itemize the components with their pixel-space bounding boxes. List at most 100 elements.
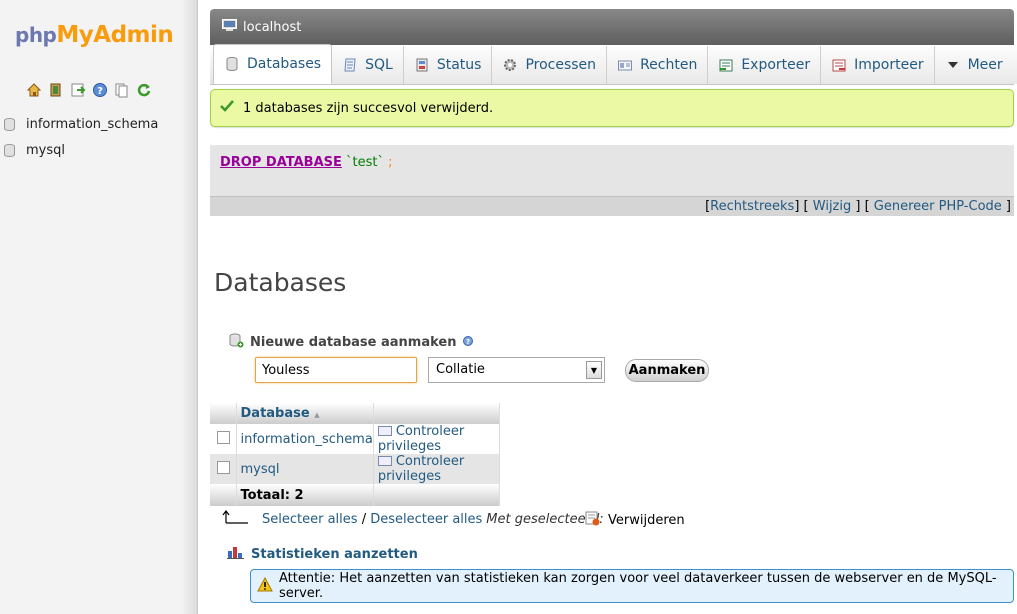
help-icon[interactable]: ?	[92, 82, 108, 98]
deselect-all-link[interactable]: Deselecteer alles	[370, 512, 482, 527]
row-checkbox[interactable]	[217, 430, 230, 444]
bar-chart-icon	[227, 545, 244, 563]
row-checkbox[interactable]	[217, 460, 230, 474]
tab-sql[interactable]: SQL	[332, 46, 404, 84]
rights-icon	[617, 57, 633, 73]
delete-icon	[584, 510, 600, 530]
exit-icon[interactable]	[48, 82, 64, 98]
arrow-left-turn-icon	[222, 509, 248, 529]
direct-link[interactable]: Rechtstreeks	[710, 199, 794, 214]
sql-links: [Rechtstreeks] [ Wijzig ] [ Genereer PHP…	[210, 196, 1014, 216]
tab-rechten[interactable]: Rechten	[607, 46, 709, 84]
check-privileges-link[interactable]: Controleer privileges	[373, 454, 501, 484]
privileges-icon	[377, 426, 392, 436]
enable-statistics-link[interactable]: Statistieken aanzetten	[227, 545, 418, 563]
logo-php: php	[15, 23, 57, 47]
tab-label: Meer	[967, 57, 1003, 73]
action-column-header	[373, 403, 501, 424]
checkmark-icon	[219, 98, 235, 118]
status-icon	[414, 57, 430, 73]
row-checkbox-cell	[210, 454, 237, 484]
database-icon	[224, 56, 240, 72]
svg-text:?: ?	[466, 338, 470, 346]
query-window-icon[interactable]	[70, 82, 86, 98]
create-db-heading: Nieuwe database aanmaken ?	[229, 333, 474, 352]
check-privileges-link[interactable]: Controleer privileges	[373, 424, 501, 454]
sql-terminator: ;	[388, 155, 393, 170]
selection-row: Selecteer alles / Deselecteer alles Met …	[222, 509, 604, 529]
database-name-link[interactable]: information_schema	[236, 424, 374, 454]
tab-status[interactable]: Status	[403, 46, 493, 84]
page-title: Databases	[214, 268, 347, 297]
sql-icon	[342, 57, 358, 73]
tab-databases[interactable]: Databases	[213, 44, 333, 84]
success-text: 1 databases zijn succesvol verwijderd.	[243, 100, 494, 116]
edit-link[interactable]: Wijzig	[813, 199, 851, 214]
logo-admin: Admin	[93, 22, 174, 48]
tab-label: Databases	[247, 56, 322, 72]
notice-text: Attentie: Het aanzetten van statistieken…	[279, 571, 997, 601]
statistics-notice: Attentie: Het aanzetten van statistieken…	[250, 569, 1014, 603]
tab-label: Rechten	[640, 57, 698, 73]
table-header-row: Database ▲	[210, 403, 501, 424]
collation-value: Collatie	[436, 362, 485, 377]
tab-importeer[interactable]: Importeer	[821, 46, 935, 84]
docs-icon[interactable]	[114, 82, 130, 98]
tab-meer[interactable]: Meer	[934, 46, 1017, 84]
tab-exporteer[interactable]: Exporteer	[708, 46, 822, 84]
new-database-icon	[229, 333, 244, 352]
process-icon	[502, 57, 518, 73]
total-empty-cell	[373, 484, 501, 506]
create-button[interactable]: Aanmaken	[625, 359, 709, 382]
nav-icon-bar: ?	[26, 82, 152, 98]
delete-label[interactable]: Verwijderen	[608, 513, 685, 528]
navigation-panel: phpMyAdmin ? information_schema mysql	[0, 0, 198, 614]
nav-db-label[interactable]: information_schema	[26, 117, 158, 132]
table-total-row: Totaal: 2	[210, 484, 501, 506]
phpmyadmin-logo[interactable]: phpMyAdmin	[15, 22, 174, 48]
tab-label: Status	[436, 57, 482, 73]
tab-label: Exporteer	[741, 57, 811, 73]
tab-label: Importeer	[854, 57, 924, 73]
chevron-down-icon[interactable]: ▼	[586, 361, 602, 379]
logo-my: My	[56, 22, 94, 48]
top-menu-tabs: Databases SQL Status Processen Rechten E…	[210, 44, 1017, 85]
tab-label: Processen	[525, 57, 597, 73]
export-icon	[718, 57, 734, 73]
server-breadcrumb: localhost	[210, 9, 1014, 45]
select-all-link[interactable]: Selecteer alles	[262, 512, 358, 527]
sql-db-name: `test`	[346, 155, 384, 170]
reload-icon[interactable]	[136, 82, 152, 98]
server-icon	[222, 18, 237, 36]
database-icon	[4, 117, 15, 131]
tab-label: SQL	[365, 57, 393, 73]
nav-db-item[interactable]: mysql	[0, 139, 198, 161]
database-icon	[4, 143, 15, 157]
success-message: 1 databases zijn succesvol verwijderd.	[210, 89, 1014, 127]
row-checkbox-cell	[210, 424, 237, 454]
database-name-input[interactable]	[255, 357, 417, 383]
generate-php-link[interactable]: Genereer PHP-Code	[874, 199, 1002, 214]
server-link[interactable]: localhost	[243, 20, 301, 35]
tab-processen[interactable]: Processen	[492, 46, 608, 84]
sort-icon: ▲	[314, 411, 320, 419]
import-icon	[831, 57, 847, 73]
database-header-label[interactable]: Database	[241, 406, 310, 421]
privileges-icon	[377, 456, 392, 466]
svg-text:?: ?	[97, 86, 103, 97]
checkbox-header	[210, 403, 237, 424]
home-icon[interactable]	[26, 82, 42, 98]
sql-query-box: DROP DATABASE `test` ;	[210, 145, 1014, 197]
nav-db-item[interactable]: information_schema	[0, 113, 198, 135]
nav-db-label[interactable]: mysql	[26, 143, 65, 158]
table-row: mysql Controleer privileges	[210, 454, 501, 484]
sql-keyword[interactable]: DROP DATABASE	[220, 155, 342, 170]
collation-select[interactable]: Collatie ▼	[428, 357, 605, 383]
delete-selected-button[interactable]: Verwijderen	[584, 510, 685, 530]
create-db-label: Nieuwe database aanmaken	[250, 335, 457, 350]
help-icon[interactable]: ?	[462, 335, 474, 351]
warning-icon	[257, 576, 273, 596]
database-name-link[interactable]: mysql	[236, 454, 374, 484]
database-column-header[interactable]: Database ▲	[236, 403, 374, 424]
statistics-label[interactable]: Statistieken aanzetten	[251, 547, 418, 562]
